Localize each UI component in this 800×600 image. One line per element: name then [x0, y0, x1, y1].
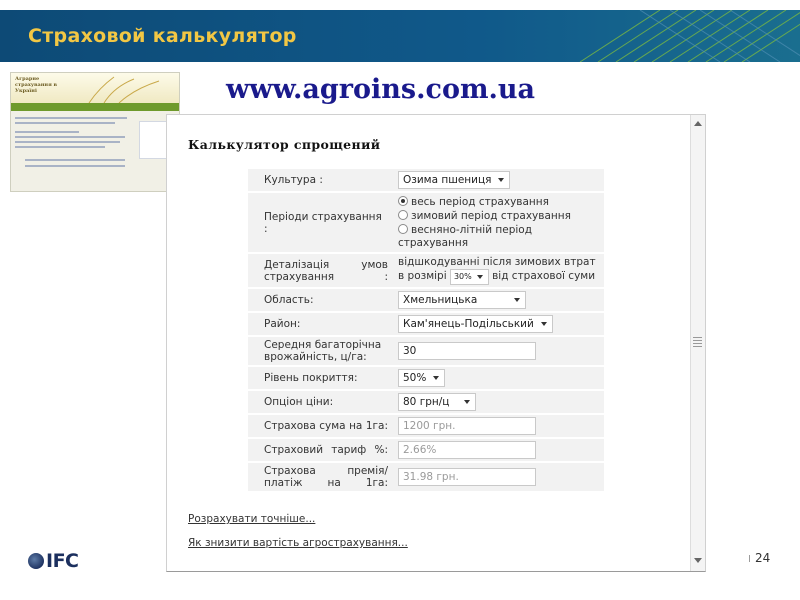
- form-row-yield: Середня багаторічна врожайність, ц/га: 3…: [248, 337, 604, 365]
- district-select-value: Кам'янець-Подільський: [403, 318, 534, 330]
- culture-select-value: Озима пшениця: [403, 174, 492, 186]
- scroll-grip-icon[interactable]: [693, 337, 702, 347]
- form-row-periods: Періоди страхування : весь період страху…: [248, 193, 604, 252]
- page-number-value: 24: [754, 551, 771, 565]
- reduce-cost-link[interactable]: Як знизити вартість агрострахування...: [188, 537, 408, 549]
- form-row-coverage: Рівень покриття: 50%: [248, 367, 604, 389]
- slide-title: Страховой калькулятор: [28, 25, 297, 47]
- thumbnail-text-line: [15, 136, 125, 138]
- thumbnail-text-line: [15, 117, 127, 119]
- radio-unselected-icon[interactable]: [398, 224, 408, 234]
- chevron-down-icon: [464, 400, 471, 404]
- sum-insured-output: 1200 грн.: [398, 417, 536, 435]
- period-option-label: зимовий період страхування: [411, 210, 571, 222]
- price-select-value: 80 грн/ц: [403, 396, 450, 408]
- thumbnail-text-line: [15, 146, 105, 148]
- calculator-panel: Калькулятор спрощений Культура : Озима п…: [166, 114, 706, 572]
- thumbnail-text-line: [25, 159, 125, 161]
- chevron-down-icon: [433, 376, 440, 380]
- detail-percent-value: 30%: [453, 272, 472, 281]
- chevron-down-icon: [514, 298, 521, 302]
- thumbnail-text-line: [15, 122, 115, 124]
- coverage-select-value: 50%: [403, 372, 427, 384]
- culture-label: Культура :: [248, 169, 394, 191]
- website-thumbnail: Аграрне страхування в Україні: [10, 72, 180, 192]
- thumbnail-logo: Аграрне страхування в Україні: [15, 76, 58, 94]
- form-row-price: Опціон ціни: 80 грн/ц: [248, 391, 604, 413]
- chevron-down-icon: [498, 178, 505, 182]
- form-row-premium: Страхова премія/платіж на 1га: 31.98 грн…: [248, 463, 604, 491]
- coverage-select[interactable]: 50%: [398, 369, 446, 387]
- sum-insured-label: Страхова сума на 1га:: [248, 415, 394, 437]
- vertical-scrollbar[interactable]: [690, 115, 705, 571]
- page-number-separator: I: [748, 554, 751, 565]
- form-row-region: Область: Хмельницька: [248, 289, 604, 311]
- form-row-tariff: Страховий тариф %: 2.66%: [248, 439, 604, 461]
- radio-selected-icon[interactable]: [398, 196, 408, 206]
- period-option-full[interactable]: весь період страхування: [398, 195, 598, 209]
- ifc-logo-text: IFC: [46, 550, 79, 572]
- page-number: I 24: [748, 551, 770, 565]
- form-row-district: Район: Кам'янець-Подільський: [248, 313, 604, 335]
- detail-text-after: від страхової суми: [492, 270, 596, 282]
- tariff-label: Страховий тариф %:: [248, 439, 394, 461]
- radio-unselected-icon[interactable]: [398, 210, 408, 220]
- tariff-output: 2.66%: [398, 441, 536, 459]
- chevron-down-icon: [476, 275, 483, 279]
- thumbnail-nav-bar: [11, 103, 179, 111]
- calculate-precise-link[interactable]: Розрахувати точніше...: [188, 513, 315, 525]
- detail-percent-select[interactable]: 30%: [449, 269, 489, 285]
- detail-label: Деталізація умов страхування :: [248, 254, 394, 287]
- scroll-down-arrow-icon[interactable]: [694, 558, 702, 563]
- premium-output: 31.98 грн.: [398, 468, 536, 486]
- period-option-label: весь період страхування: [411, 196, 549, 208]
- globe-icon: [28, 553, 44, 569]
- culture-select[interactable]: Озима пшениця: [398, 171, 511, 189]
- decorative-lines-graphic: [579, 10, 800, 62]
- calculator-title: Калькулятор спрощений: [188, 137, 381, 152]
- period-option-winter[interactable]: зимовий період страхування: [398, 209, 598, 223]
- region-label: Область:: [248, 289, 394, 311]
- scroll-up-arrow-icon[interactable]: [694, 121, 702, 126]
- region-select-value: Хмельницька: [403, 294, 478, 306]
- form-row-detail: Деталізація умов страхування : відшкодув…: [248, 254, 604, 287]
- ifc-logo: IFC: [28, 550, 79, 572]
- price-label: Опціон ціни:: [248, 391, 394, 413]
- premium-label: Страхова премія/платіж на 1га:: [248, 463, 394, 491]
- website-url[interactable]: www.agroins.com.ua: [226, 74, 535, 105]
- wheat-graphic: [88, 76, 160, 103]
- thumbnail-text-line: [15, 131, 79, 133]
- detail-value: відшкодуванні після зимових втрат в розм…: [394, 254, 604, 287]
- periods-label: Періоди страхування :: [248, 193, 394, 252]
- thumbnail-banner: Аграрне страхування в Україні: [11, 73, 179, 103]
- calculator-form: Культура : Озима пшениця Періоди страхув…: [248, 167, 604, 493]
- form-row-culture: Культура : Озима пшениця: [248, 169, 604, 191]
- district-select[interactable]: Кам'янець-Подільський: [398, 315, 553, 333]
- price-select[interactable]: 80 грн/ц: [398, 393, 477, 411]
- yield-label: Середня багаторічна врожайність, ц/га:: [248, 337, 394, 365]
- yield-input[interactable]: 30: [398, 342, 536, 360]
- period-option-label: весняно-літній період страхування: [398, 224, 532, 249]
- periods-radio-group: весь період страхування зимовий період с…: [394, 193, 604, 252]
- slide-header: Страховой калькулятор: [0, 10, 800, 62]
- district-label: Район:: [248, 313, 394, 335]
- form-row-sum-insured: Страхова сума на 1га: 1200 грн.: [248, 415, 604, 437]
- thumbnail-text-line: [15, 141, 120, 143]
- period-option-spring-summer[interactable]: весняно-літній період страхування: [398, 223, 598, 250]
- coverage-label: Рівень покриття:: [248, 367, 394, 389]
- region-select[interactable]: Хмельницька: [398, 291, 527, 309]
- chevron-down-icon: [540, 322, 547, 326]
- thumbnail-text-line: [25, 165, 125, 167]
